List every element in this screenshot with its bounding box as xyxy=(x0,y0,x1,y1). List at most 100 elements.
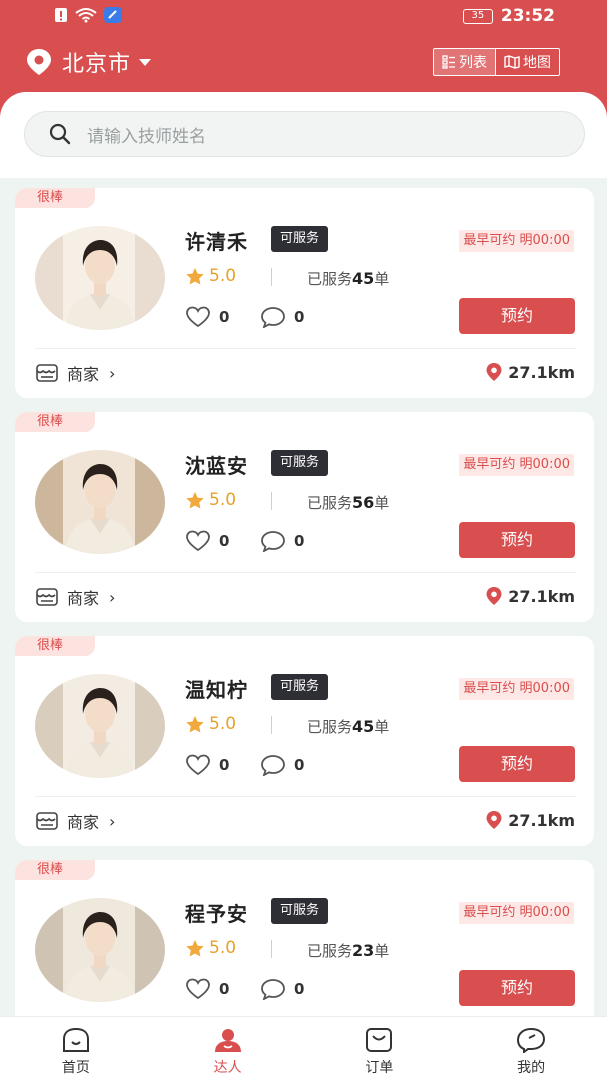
tab-home[interactable]: 首页 xyxy=(0,1017,152,1080)
star-icon xyxy=(186,939,204,956)
store-icon xyxy=(36,588,58,606)
merchant-link[interactable]: 商家 › xyxy=(35,361,115,385)
rating: 5.0 xyxy=(185,714,236,734)
comment-button[interactable]: 0 xyxy=(260,978,304,1000)
heart-icon xyxy=(186,306,210,328)
rating-badge: 很棒 xyxy=(15,188,95,208)
store-icon xyxy=(36,812,58,830)
served-prefix: 已服务 xyxy=(307,942,353,960)
map-view-label: 地图 xyxy=(523,55,551,71)
rating-badge: 很棒 xyxy=(15,412,95,432)
divider xyxy=(271,716,272,734)
comment-button[interactable]: 0 xyxy=(260,530,304,552)
bag-icon xyxy=(366,1028,393,1052)
rating: 5.0 xyxy=(185,266,236,286)
alert-icon xyxy=(55,8,67,22)
tab-experts[interactable]: 达人 xyxy=(152,1017,304,1080)
rating-value: 5.0 xyxy=(209,490,237,510)
earliest-available: 最早可约 明00:00 xyxy=(459,454,574,476)
search-input[interactable]: 请输入技师姓名 xyxy=(24,111,585,157)
rating-value: 5.0 xyxy=(209,714,237,734)
map-view-button[interactable]: 地图 xyxy=(496,49,559,75)
technician-name: 温知柠 xyxy=(185,678,248,702)
rating-value: 5.0 xyxy=(209,266,237,286)
location-pin-icon xyxy=(486,811,502,829)
like-button[interactable]: 0 xyxy=(185,754,229,776)
comment-icon xyxy=(261,755,285,776)
tab-experts-label: 达人 xyxy=(213,1060,242,1076)
served-count: 已服务45单 xyxy=(307,268,389,289)
caret-down-icon xyxy=(139,58,152,66)
heart-icon xyxy=(186,530,210,552)
list-icon xyxy=(442,55,455,69)
status-time: 23:52 xyxy=(500,6,555,26)
served-number: 23 xyxy=(352,941,375,960)
technician-card[interactable]: 很棒 许清禾 可服务 最早可约 明00:00 5.0 已服务45单 0 0 预约 商家 › 27.1k… xyxy=(15,188,594,398)
earliest-available: 最早可约 明00:00 xyxy=(459,902,574,924)
comment-button[interactable]: 0 xyxy=(260,306,304,328)
tab-orders-label: 订单 xyxy=(365,1060,394,1076)
avatar xyxy=(35,674,165,778)
comment-count: 0 xyxy=(294,532,305,550)
comment-count: 0 xyxy=(294,308,305,326)
like-button[interactable]: 0 xyxy=(185,530,229,552)
tab-orders[interactable]: 订单 xyxy=(304,1017,456,1080)
location-pin-icon xyxy=(486,587,502,605)
comment-icon xyxy=(261,307,285,328)
star-icon xyxy=(186,491,204,508)
city-selector[interactable]: 北京市 xyxy=(26,46,152,78)
like-button[interactable]: 0 xyxy=(185,306,229,328)
avatar xyxy=(35,898,165,1002)
like-button[interactable]: 0 xyxy=(185,978,229,1000)
list-view-button[interactable]: 列表 xyxy=(434,49,496,75)
chevron-right-icon: › xyxy=(109,363,116,383)
distance: 27.1km xyxy=(485,810,575,830)
rating: 5.0 xyxy=(185,490,236,510)
technician-name: 程予安 xyxy=(185,902,248,926)
book-button[interactable]: 预约 xyxy=(459,522,575,558)
merchant-link[interactable]: 商家 › xyxy=(35,585,115,609)
status-badge: 可服务 xyxy=(271,226,329,252)
served-prefix: 已服务 xyxy=(307,494,353,512)
distance: 27.1km xyxy=(485,362,575,382)
avatar xyxy=(35,450,165,554)
search-placeholder: 请输入技师姓名 xyxy=(87,126,206,147)
merchant-link[interactable]: 商家 › xyxy=(35,809,115,833)
served-prefix: 已服务 xyxy=(307,270,353,288)
merchant-label: 商家 xyxy=(67,589,100,608)
card-divider xyxy=(35,348,576,349)
profile-icon xyxy=(517,1027,546,1053)
technician-card[interactable]: 很棒 温知柠 可服务 最早可约 明00:00 5.0 已服务45单 0 0 预约 商家 › 27.1k… xyxy=(15,636,594,846)
book-button[interactable]: 预约 xyxy=(459,746,575,782)
status-bar: 35 23:52 xyxy=(0,0,607,34)
rating-badge: 很棒 xyxy=(15,636,95,656)
divider xyxy=(271,492,272,510)
served-count: 已服务45单 xyxy=(307,716,389,737)
star-icon xyxy=(186,715,204,732)
like-count: 0 xyxy=(219,980,230,998)
served-unit: 单 xyxy=(374,270,390,288)
list-view-label: 列表 xyxy=(459,55,487,71)
distance: 27.1km xyxy=(485,586,575,606)
battery-icon: 35 xyxy=(462,8,493,24)
book-button[interactable]: 预约 xyxy=(459,298,575,334)
tab-home-label: 首页 xyxy=(61,1060,90,1076)
comment-button[interactable]: 0 xyxy=(260,754,304,776)
tab-mine[interactable]: 我的 xyxy=(455,1017,607,1080)
served-number: 56 xyxy=(352,493,375,512)
user-icon xyxy=(214,1029,241,1052)
comment-icon xyxy=(261,979,285,1000)
book-button[interactable]: 预约 xyxy=(459,970,575,1006)
like-count: 0 xyxy=(219,532,230,550)
like-count: 0 xyxy=(219,308,230,326)
star-icon xyxy=(186,267,204,284)
served-unit: 单 xyxy=(374,718,390,736)
merchant-label: 商家 xyxy=(67,365,100,384)
served-prefix: 已服务 xyxy=(307,718,353,736)
like-count: 0 xyxy=(219,756,230,774)
technician-card[interactable]: 很棒 沈蓝安 可服务 最早可约 明00:00 5.0 已服务56单 0 0 预约 商家 › 27.1k… xyxy=(15,412,594,622)
technician-name: 许清禾 xyxy=(185,230,248,254)
comment-count: 0 xyxy=(294,756,305,774)
location-pin-icon xyxy=(486,363,502,381)
served-number: 45 xyxy=(352,269,375,288)
